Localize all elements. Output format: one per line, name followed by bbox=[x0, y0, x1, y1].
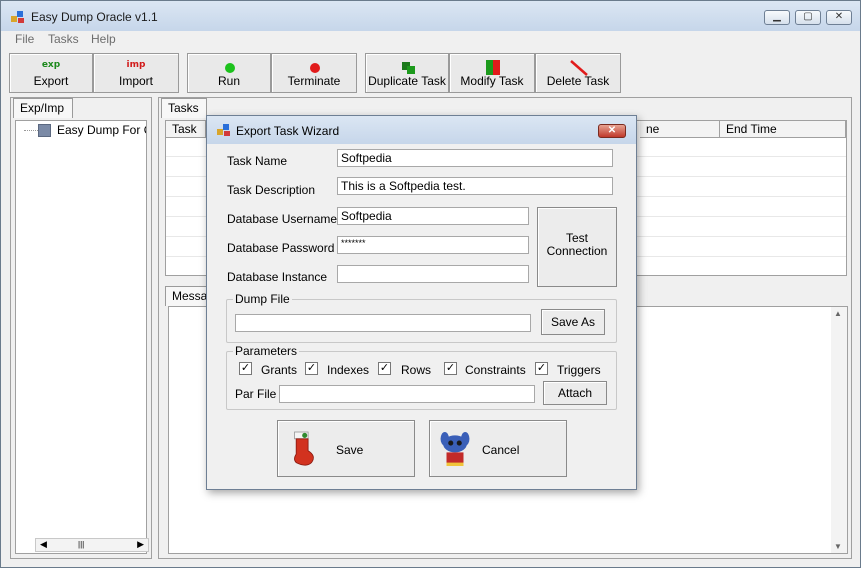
column-header-start-time[interactable]: ne bbox=[640, 121, 720, 138]
rows-checkbox[interactable]: ✓ bbox=[378, 362, 391, 375]
test-connection-button[interactable]: Test Connection bbox=[537, 207, 617, 287]
triggers-checkbox[interactable]: ✓ bbox=[535, 362, 548, 375]
indexes-label: Indexes bbox=[327, 363, 370, 377]
db-instance-label: Database Instance bbox=[227, 270, 328, 284]
save-stocking-icon bbox=[294, 431, 314, 466]
menu-tasks[interactable]: Tasks bbox=[48, 32, 79, 46]
indexes-checkbox[interactable]: ✓ bbox=[305, 362, 318, 375]
parameters-group-title: Parameters bbox=[233, 344, 300, 358]
cancel-button[interactable]: Cancel bbox=[429, 420, 567, 477]
column-header-end-time[interactable]: End Time bbox=[720, 121, 846, 138]
window-title: Easy Dump Oracle v1.1 bbox=[31, 10, 158, 24]
delete-task-label: Delete Task bbox=[546, 74, 610, 88]
column-header-task[interactable]: Task bbox=[166, 121, 206, 138]
modify-task-label: Modify Task bbox=[460, 74, 524, 88]
par-file-label: Par File bbox=[235, 387, 277, 401]
task-name-label: Task Name bbox=[227, 154, 288, 168]
tree-view[interactable]: Easy Dump For Or... bbox=[15, 120, 147, 554]
db-password-field[interactable]: ******* bbox=[337, 236, 529, 254]
horizontal-scrollbar[interactable]: ◀ ||| ▶ bbox=[35, 538, 149, 552]
dialog-close-button[interactable]: ✕ bbox=[598, 124, 626, 138]
cancel-character-icon bbox=[440, 432, 470, 466]
terminate-button[interactable]: Terminate bbox=[271, 53, 357, 93]
db-username-label: Database Username bbox=[227, 212, 338, 226]
dialog-title-bar: Export Task Wizard ✕ bbox=[207, 116, 636, 144]
constraints-label: Constraints bbox=[465, 363, 526, 377]
dump-file-group-title: Dump File bbox=[233, 292, 292, 306]
export-button[interactable]: exp Export bbox=[9, 53, 93, 93]
terminate-label: Terminate bbox=[287, 74, 341, 88]
par-file-field[interactable] bbox=[279, 385, 535, 403]
rows-label: Rows bbox=[401, 363, 432, 377]
modify-task-button[interactable]: Modify Task bbox=[449, 53, 535, 93]
duplicate-task-button[interactable]: Duplicate Task bbox=[365, 53, 449, 93]
menu-help[interactable]: Help bbox=[91, 32, 116, 46]
database-icon bbox=[38, 124, 51, 137]
constraints-checkbox[interactable]: ✓ bbox=[444, 362, 457, 375]
dialog-title: Export Task Wizard bbox=[236, 124, 340, 138]
save-button[interactable]: Save bbox=[277, 420, 415, 477]
export-label: Export bbox=[33, 74, 69, 88]
main-window: Easy Dump Oracle v1.1 ▁ ▢ ✕ File Tasks H… bbox=[0, 0, 861, 568]
tree-item-easy-dump[interactable]: Easy Dump For Or... bbox=[57, 123, 146, 137]
grants-checkbox[interactable]: ✓ bbox=[239, 362, 252, 375]
close-button[interactable]: ✕ bbox=[826, 10, 852, 25]
triggers-label: Triggers bbox=[557, 363, 601, 377]
menu-file[interactable]: File bbox=[15, 32, 34, 46]
db-username-field[interactable]: Softpedia bbox=[337, 207, 529, 225]
dialog-body: Task Name Softpedia Task Description Thi… bbox=[211, 144, 632, 486]
run-button[interactable]: Run bbox=[187, 53, 271, 93]
import-button[interactable]: imp Import bbox=[93, 53, 179, 93]
parameters-group: Parameters ✓ Grants ✓ Indexes ✓ Rows ✓ C… bbox=[226, 344, 617, 410]
dump-file-group: Dump File Save As bbox=[226, 292, 617, 343]
export-task-wizard: Export Task Wizard ✕ Task Name Softpedia… bbox=[206, 115, 637, 490]
db-instance-field[interactable] bbox=[337, 265, 529, 283]
dump-file-field[interactable] bbox=[235, 314, 531, 332]
task-description-label: Task Description bbox=[227, 183, 316, 197]
grants-label: Grants bbox=[261, 363, 298, 377]
save-label: Save bbox=[336, 443, 364, 457]
menu-bar: File Tasks Help bbox=[1, 31, 860, 49]
maximize-button[interactable]: ▢ bbox=[795, 10, 821, 25]
app-icon bbox=[11, 11, 24, 23]
minimize-button[interactable]: ▁ bbox=[764, 10, 790, 25]
db-password-label: Database Password bbox=[227, 241, 335, 255]
tab-exp-imp[interactable]: Exp/Imp bbox=[13, 98, 73, 118]
run-label: Run bbox=[217, 74, 240, 88]
toolbar: exp Export imp Import Run Terminate Dupl… bbox=[1, 49, 860, 95]
title-bar: Easy Dump Oracle v1.1 ▁ ▢ ✕ bbox=[1, 1, 860, 31]
vertical-scrollbar[interactable]: ▲ ▼ bbox=[831, 307, 847, 553]
save-as-button[interactable]: Save As bbox=[541, 309, 605, 335]
cancel-label: Cancel bbox=[482, 443, 520, 457]
task-name-field[interactable]: Softpedia bbox=[337, 149, 613, 167]
dialog-app-icon bbox=[217, 124, 230, 136]
delete-task-button[interactable]: Delete Task bbox=[535, 53, 621, 93]
exp-imp-panel: Exp/Imp Easy Dump For Or... ◀ ||| ▶ bbox=[10, 97, 152, 559]
tab-tasks[interactable]: Tasks bbox=[161, 98, 207, 118]
duplicate-task-label: Duplicate Task bbox=[368, 74, 446, 88]
import-label: Import bbox=[118, 74, 153, 88]
task-description-field[interactable]: This is a Softpedia test. bbox=[337, 177, 613, 195]
attach-button[interactable]: Attach bbox=[543, 381, 607, 405]
